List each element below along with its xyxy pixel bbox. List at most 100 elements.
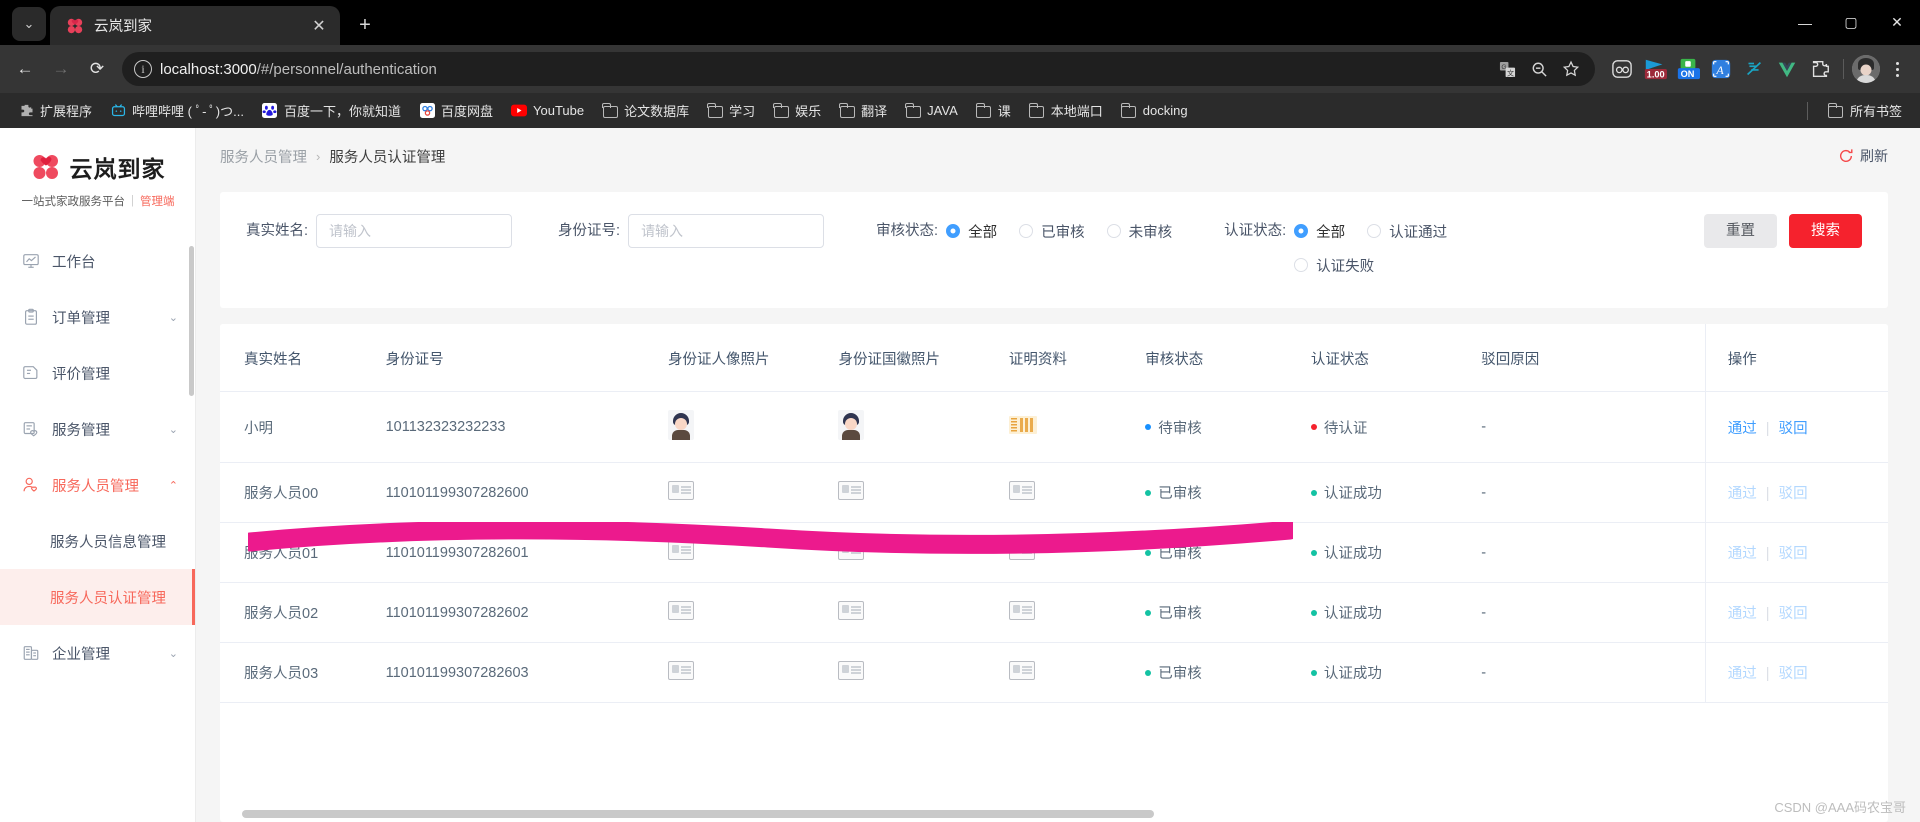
sidebar-item-workbench[interactable]: 工作台 <box>0 233 196 289</box>
idcard-thumb[interactable] <box>838 661 865 680</box>
idcard-thumb[interactable] <box>838 601 865 620</box>
radio-audit-all[interactable]: 全部 <box>946 214 997 248</box>
scrollbar-thumb[interactable] <box>242 810 1154 818</box>
table-row[interactable]: 小明 101132323232233 待审核 待认证 - 通过 | 驳回 <box>220 391 1888 463</box>
cell-emblem-photo[interactable] <box>838 582 1009 643</box>
paperclip-extension-icon[interactable] <box>1739 54 1769 84</box>
sidebar-item-reviews[interactable]: 评价管理 <box>0 345 196 401</box>
flag-extension-icon[interactable]: 1.00 <box>1640 54 1670 84</box>
table-row[interactable]: 服务人员03 110101199307282603 已审核 认证成功 - 通过 … <box>220 642 1888 703</box>
three-dots-icon[interactable] <box>1882 54 1912 84</box>
idcard-thumb[interactable] <box>668 661 695 680</box>
sidebar-item-personnel[interactable]: 服务人员管理 ⌃ <box>0 457 196 513</box>
vue-devtools-extension-icon[interactable] <box>1772 54 1802 84</box>
idcard-thumb[interactable] <box>1008 661 1035 680</box>
table-horizontal-scrollbar[interactable] <box>234 810 1920 818</box>
bookmark-folder[interactable]: 学习 <box>699 97 763 124</box>
puzzle-extensions-icon[interactable] <box>1805 54 1835 84</box>
sidebar-item-enterprise[interactable]: 企业管理 ⌄ <box>0 625 196 681</box>
cell-emblem-photo[interactable] <box>838 391 1009 463</box>
cell-proof[interactable] <box>1008 582 1146 643</box>
bookmark-item[interactable]: 百度网盘 <box>411 97 501 124</box>
bookmark-item[interactable]: 哔哩哔哩 ( ﾟ- ﾟ)つ... <box>102 97 252 124</box>
table-row[interactable]: 服务人员01 110101199307282601 已审核 认证成功 - 通过 … <box>220 522 1888 583</box>
tab-search-button[interactable]: ⌄ <box>12 7 46 41</box>
refresh-button[interactable]: 刷新 <box>1838 146 1888 166</box>
maximize-button[interactable]: ▢ <box>1828 0 1874 45</box>
bookmark-folder[interactable]: docking <box>1113 99 1196 123</box>
bookmark-folder[interactable]: 翻译 <box>831 97 895 124</box>
bookmark-folder[interactable]: 课 <box>968 97 1019 124</box>
minimize-button[interactable]: — <box>1782 0 1828 45</box>
dual-circle-extension-icon[interactable] <box>1607 54 1637 84</box>
idcard-thumb[interactable] <box>1008 601 1035 620</box>
approve-link[interactable]: 通过 <box>1728 421 1757 437</box>
cell-emblem-photo[interactable] <box>838 522 1009 583</box>
cell-face-photo[interactable] <box>668 462 839 523</box>
bookmark-item[interactable]: 扩展程序 <box>10 97 100 124</box>
idcard-thumb[interactable] <box>838 541 865 560</box>
cell-proof[interactable] <box>1008 522 1146 583</box>
sidebar-item-orders[interactable]: 订单管理 ⌄ <box>0 289 196 345</box>
cell-face-photo[interactable] <box>668 522 839 583</box>
radio-audit-done[interactable]: 已审核 <box>1019 214 1085 248</box>
window-close-button[interactable]: ✕ <box>1874 0 1920 45</box>
bookmark-folder[interactable]: 论文数据库 <box>594 97 697 124</box>
bookmark-folder[interactable]: JAVA <box>897 99 966 123</box>
radio-cert-all[interactable]: 全部 <box>1294 214 1345 248</box>
forward-button[interactable]: → <box>44 52 78 86</box>
all-bookmarks-button[interactable]: 所有书签 <box>1820 97 1910 124</box>
sidebar-subitem-personnel-authentication[interactable]: 服务人员认证管理 <box>0 569 196 625</box>
cell-proof[interactable] <box>1008 462 1146 523</box>
idcard-thumb[interactable] <box>1008 481 1035 500</box>
cell-emblem-photo[interactable] <box>838 462 1009 523</box>
search-idcard-input[interactable] <box>628 214 825 248</box>
zoom-out-icon[interactable] <box>1525 55 1553 83</box>
search-name-input[interactable] <box>316 214 513 248</box>
person-photo-thumb[interactable] <box>838 410 865 440</box>
bookmark-item[interactable]: 百度一下，你就知道 <box>254 97 409 124</box>
idcard-thumb[interactable] <box>668 541 695 560</box>
bookmark-folder[interactable]: 本地端口 <box>1021 97 1111 124</box>
radio-audit-pending[interactable]: 未审核 <box>1106 214 1172 248</box>
cell-proof[interactable] <box>1008 642 1146 703</box>
puzzle-icon <box>18 103 34 119</box>
table-row[interactable]: 服务人员02 110101199307282602 已审核 认证成功 - 通过 … <box>220 582 1888 643</box>
address-bar[interactable]: i localhost:3000/#/personnel/authenticat… <box>122 52 1595 86</box>
avatar[interactable] <box>1852 55 1880 83</box>
idcard-thumb[interactable] <box>668 481 695 500</box>
cell-face-photo[interactable] <box>668 582 839 643</box>
translate-icon[interactable]: G 文 <box>1493 55 1521 83</box>
sidebar-subitem-personnel-info[interactable]: 服务人员信息管理 <box>0 513 196 569</box>
idcard-thumb[interactable] <box>838 481 865 500</box>
radio-cert-pass[interactable]: 认证通过 <box>1367 214 1447 248</box>
reload-button[interactable]: ⟳ <box>80 52 114 86</box>
letter-a-extension-icon[interactable]: A <box>1706 54 1736 84</box>
table-row[interactable]: 服务人员00 110101199307282600 已审核 认证成功 - 通过 … <box>220 462 1888 523</box>
document-thumb[interactable] <box>1008 416 1037 434</box>
info-circle-icon[interactable]: i <box>134 60 152 78</box>
cell-face-photo[interactable] <box>668 642 839 703</box>
reject-link[interactable]: 驳回 <box>1779 421 1808 437</box>
radio-cert-fail[interactable]: 认证失败 <box>1294 248 1374 282</box>
person-photo-thumb[interactable] <box>668 410 695 440</box>
search-button[interactable]: 搜索 <box>1789 214 1862 248</box>
cell-face-photo[interactable] <box>668 391 839 463</box>
cell-proof[interactable] <box>1008 391 1146 463</box>
new-tab-button[interactable]: + <box>350 10 380 40</box>
browser-tab[interactable]: 云岚到家 ✕ <box>50 6 340 45</box>
idcard-thumb[interactable] <box>668 601 695 620</box>
on-toggle-extension-icon[interactable]: ON <box>1673 54 1703 84</box>
app-logo[interactable]: 云岚到家 一站式家政服务平台 | 管理端 <box>0 128 196 225</box>
sidebar-item-services[interactable]: 服务管理 ⌄ <box>0 401 196 457</box>
back-button[interactable]: ← <box>8 52 42 86</box>
tab-close-icon[interactable]: ✕ <box>308 16 330 36</box>
bookmark-star-icon[interactable] <box>1557 55 1585 83</box>
breadcrumb-parent[interactable]: 服务人员管理 <box>220 146 307 167</box>
sidebar-scrollbar[interactable] <box>189 246 194 396</box>
bookmark-item[interactable]: YouTube <box>503 99 592 123</box>
reset-button[interactable]: 重置 <box>1704 214 1777 248</box>
idcard-thumb[interactable] <box>1008 541 1035 560</box>
bookmark-folder[interactable]: 娱乐 <box>765 97 829 124</box>
cell-emblem-photo[interactable] <box>838 642 1009 703</box>
